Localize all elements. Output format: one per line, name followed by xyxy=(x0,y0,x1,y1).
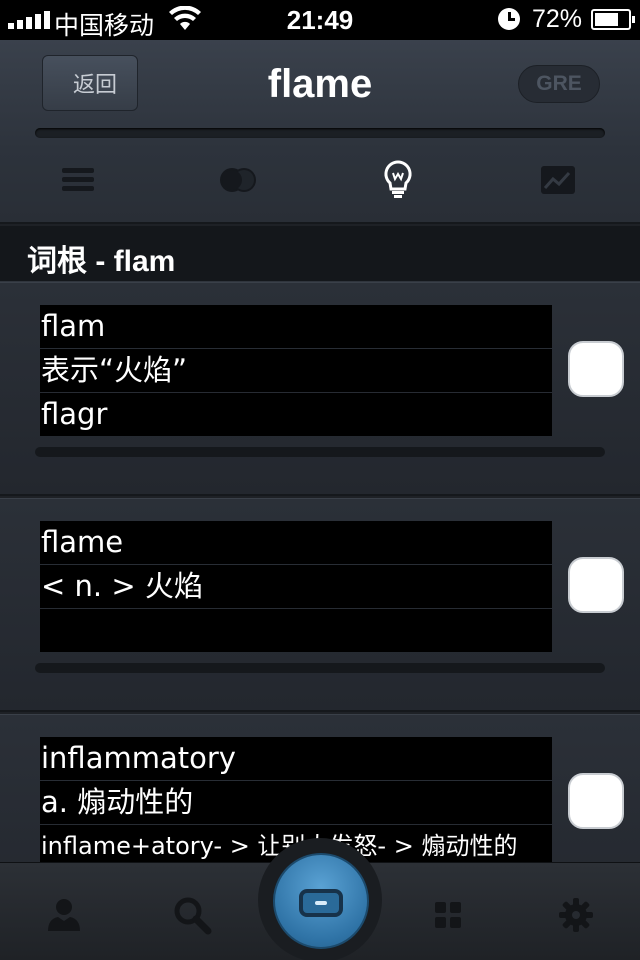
word-card[interactable]: flam 表示“火焰” flagr xyxy=(0,282,640,496)
card-line: flame xyxy=(40,521,552,564)
card-text: flame < n. > 火焰 xyxy=(40,521,552,653)
tab-stats[interactable] xyxy=(528,158,588,202)
tab-roots[interactable] xyxy=(368,158,428,202)
card-line: flagr xyxy=(40,393,552,436)
section-header: 词根 - flam xyxy=(0,226,640,282)
grid-icon xyxy=(435,902,461,928)
navigation-bar: 返回 flame GRE xyxy=(0,40,640,224)
card-line: flam xyxy=(40,305,552,348)
card-line: a. 煽动性的 xyxy=(40,781,552,824)
lightbulb-icon xyxy=(384,160,412,198)
tab-profile[interactable] xyxy=(42,893,86,937)
section-title-root: - flam xyxy=(87,245,176,278)
study-card-button[interactable] xyxy=(273,853,369,949)
list-icon xyxy=(62,168,94,191)
status-bar: 中国移动 21:49 72% xyxy=(0,0,640,40)
view-tabs xyxy=(0,158,640,202)
divider xyxy=(35,447,605,457)
tab-settings[interactable] xyxy=(554,893,598,937)
card-line xyxy=(40,609,552,652)
progress-bar xyxy=(35,128,605,138)
chart-icon xyxy=(541,166,575,194)
tab-list[interactable] xyxy=(48,158,108,202)
center-card-icon xyxy=(299,889,343,917)
alarm-icon xyxy=(498,8,520,30)
tab-search[interactable] xyxy=(170,893,214,937)
card-line: 表示“火焰” xyxy=(40,349,552,392)
card-checkbox[interactable] xyxy=(568,557,624,613)
battery-level xyxy=(595,13,618,26)
circles-icon xyxy=(220,168,256,192)
card-checkbox[interactable] xyxy=(568,341,624,397)
tab-categories[interactable] xyxy=(426,893,470,937)
section-title-prefix: 词根 xyxy=(27,244,87,279)
card-line: < n. > 火焰 xyxy=(40,565,552,608)
battery-icon xyxy=(591,9,635,30)
gear-icon xyxy=(559,898,593,932)
back-button[interactable]: 返回 xyxy=(42,55,138,111)
divider xyxy=(35,663,605,673)
card-text: flam 表示“火焰” flagr xyxy=(40,305,552,437)
search-icon xyxy=(174,897,212,935)
card-line: inflammatory xyxy=(40,737,552,780)
card-checkbox[interactable] xyxy=(568,773,624,829)
exam-badge[interactable]: GRE xyxy=(518,65,600,103)
battery-percent: 72% xyxy=(532,5,583,33)
card-list: flam 表示“火焰” flagr flame < n. > 火焰 inflam… xyxy=(0,282,640,862)
tab-compare[interactable] xyxy=(208,158,268,202)
word-card[interactable]: flame < n. > 火焰 xyxy=(0,498,640,712)
person-icon xyxy=(48,899,80,931)
